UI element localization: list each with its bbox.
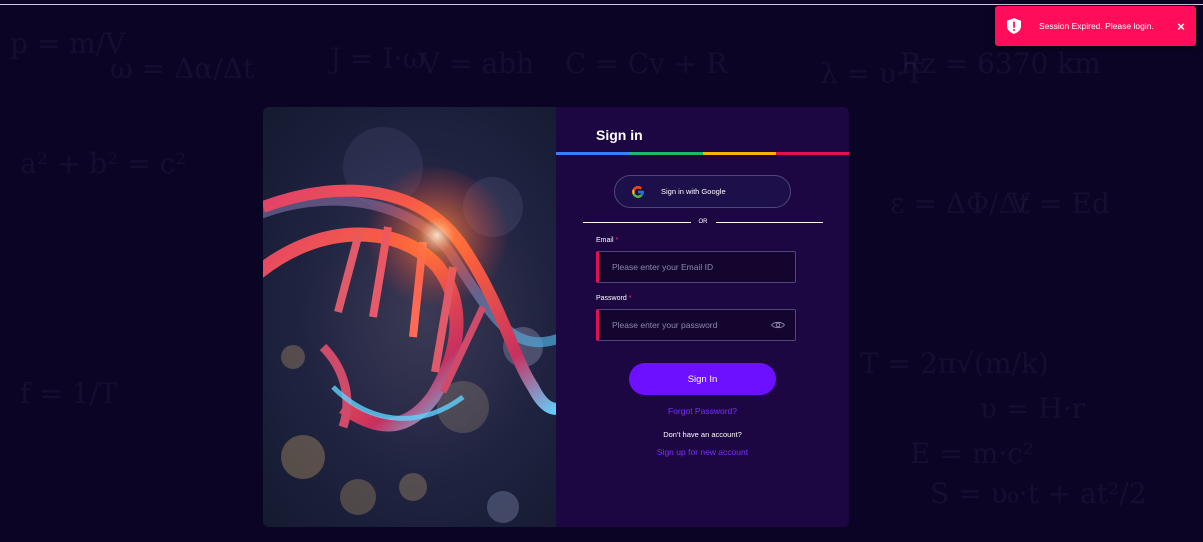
- or-divider: OR: [583, 217, 823, 227]
- accent-color-bar: [556, 152, 849, 155]
- bg-formula: Rz = 6370 km: [900, 47, 1101, 80]
- no-account-text: Don't have an account?: [663, 430, 742, 439]
- eye-icon[interactable]: [771, 320, 785, 330]
- accent-segment-yellow: [702, 152, 776, 155]
- required-marker: *: [628, 295, 632, 302]
- bg-formula: S = υ₀·t + at²/2: [930, 477, 1147, 510]
- bg-formula: f = 1/T: [20, 377, 118, 410]
- required-marker: *: [615, 237, 619, 244]
- bg-formula: T = 2π√(m/k): [860, 347, 1049, 380]
- sign-in-panel: Sign in Sign in with Google OR Email * P…: [556, 107, 849, 527]
- or-text: OR: [698, 219, 708, 225]
- bg-formula: υ = H·r: [980, 392, 1085, 425]
- bg-formula: V = abh: [420, 47, 535, 80]
- google-sign-in-button[interactable]: Sign in with Google: [614, 175, 791, 208]
- accent-segment-pink: [775, 152, 849, 155]
- sign-in-button[interactable]: Sign In: [629, 363, 776, 395]
- email-field[interactable]: [612, 262, 785, 272]
- dna-helix-illustration: [263, 127, 556, 523]
- forgot-password-link[interactable]: Forgot Password?: [556, 406, 849, 416]
- accent-segment-blue: [556, 152, 630, 155]
- session-expired-toast: Session Expired. Please login. ×: [995, 6, 1196, 46]
- toast-message: Session Expired. Please login.: [1039, 21, 1154, 31]
- google-button-label: Sign in with Google: [661, 187, 726, 196]
- password-field[interactable]: [612, 320, 771, 330]
- google-icon: [632, 185, 644, 198]
- shield-alert-icon: [1007, 18, 1021, 34]
- bg-formula: E = m·c²: [910, 437, 1035, 470]
- sign-up-link[interactable]: Sign up for new account: [556, 447, 849, 457]
- top-divider-line: [0, 4, 1203, 5]
- bg-formula: J = I·ω: [330, 42, 426, 75]
- bg-formula: a² + b² = c²: [20, 147, 187, 180]
- bg-formula: ε = ΔΦ/Δt: [890, 187, 1030, 220]
- accent-segment-green: [629, 152, 703, 155]
- password-label-text: Password: [596, 295, 627, 302]
- email-label-text: Email: [596, 237, 614, 244]
- password-label: Password *: [596, 295, 631, 302]
- email-field-wrapper: [596, 251, 796, 283]
- email-label: Email *: [596, 237, 618, 244]
- sign-in-title: Sign in: [596, 127, 643, 143]
- bg-formula: C = Cv + R: [565, 47, 728, 80]
- dna-hero-image: [263, 107, 556, 527]
- password-field-wrapper: [596, 309, 796, 341]
- divider-line-left: [583, 221, 691, 223]
- bg-formula: ω = Δα/Δt: [110, 52, 255, 85]
- bg-formula: p = m/V: [10, 27, 126, 60]
- close-icon[interactable]: ×: [1174, 19, 1188, 34]
- login-card: Sign in Sign in with Google OR Email * P…: [263, 107, 849, 527]
- divider-line-right: [715, 221, 823, 223]
